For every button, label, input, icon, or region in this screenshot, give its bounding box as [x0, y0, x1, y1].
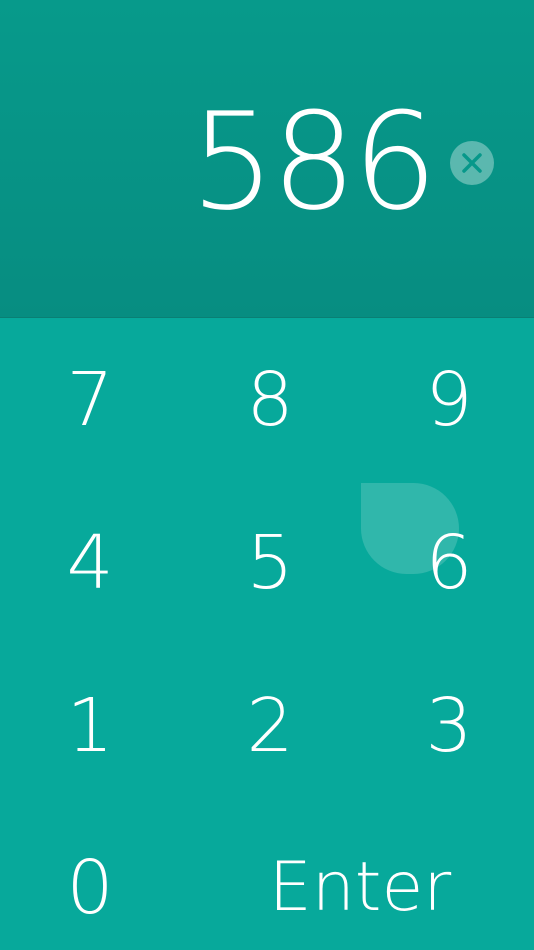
numeric-keypad-screen: 586 7 8 9 4 5 6 1 2 3 0 Enter [0, 0, 534, 950]
key-8[interactable]: 8 [190, 340, 350, 460]
clear-button[interactable] [450, 141, 494, 185]
key-2[interactable]: 2 [190, 666, 350, 786]
entered-number: 586 [190, 84, 438, 240]
number-display: 586 [0, 0, 534, 318]
key-1[interactable]: 1 [10, 666, 170, 786]
key-9[interactable]: 9 [369, 340, 529, 460]
key-6[interactable]: 6 [369, 503, 529, 623]
key-0[interactable]: 0 [10, 828, 170, 948]
close-icon [462, 153, 482, 173]
key-3[interactable]: 3 [369, 666, 529, 786]
key-4[interactable]: 4 [10, 503, 170, 623]
enter-button[interactable]: Enter [235, 828, 485, 948]
key-7[interactable]: 7 [10, 340, 170, 460]
key-5[interactable]: 5 [190, 503, 350, 623]
